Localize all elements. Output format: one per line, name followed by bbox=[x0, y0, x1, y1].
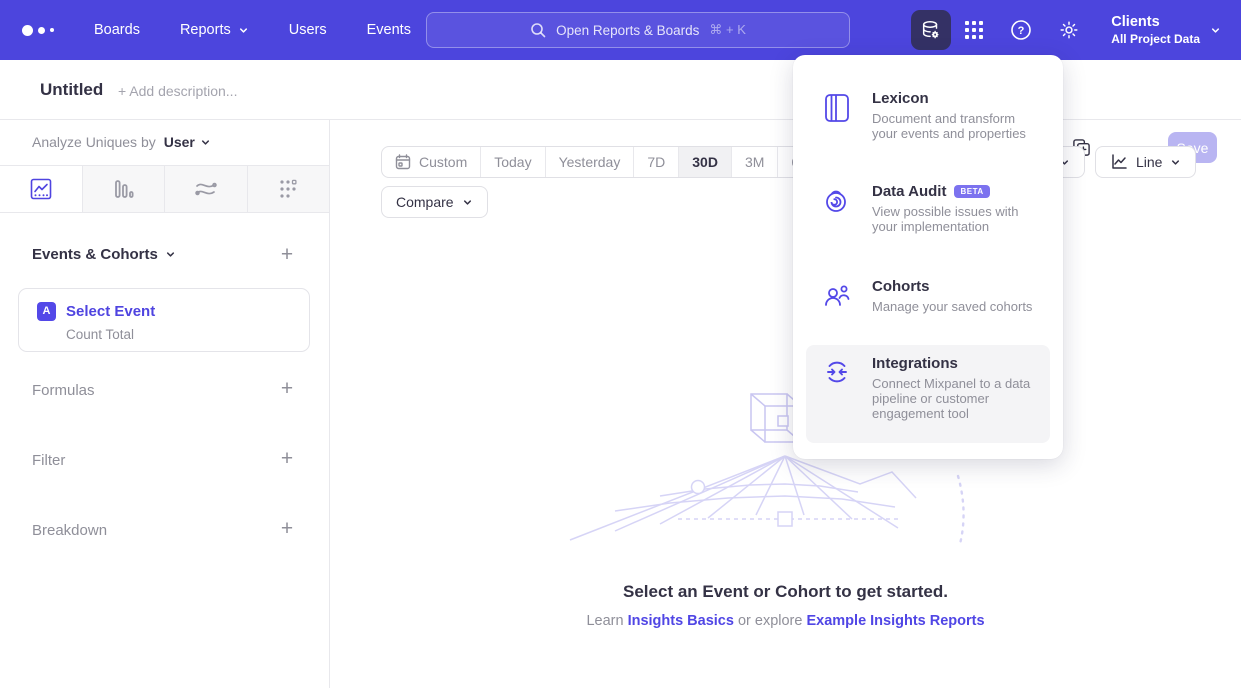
bar-chart-icon bbox=[111, 177, 135, 201]
compare-button[interactable]: Compare bbox=[381, 186, 488, 218]
line-chart-icon bbox=[29, 177, 53, 201]
chevron-down-icon bbox=[462, 197, 473, 208]
search-placeholder: Open Reports & Boards bbox=[556, 23, 699, 38]
cohorts-icon bbox=[823, 278, 853, 314]
nav-reports[interactable]: Reports bbox=[180, 22, 249, 38]
report-title[interactable]: Untitled bbox=[40, 80, 103, 100]
mixpanel-insights-screen: Boards Reports Users Events Open Reports… bbox=[0, 0, 1241, 688]
menu-item-data-audit[interactable]: Data Audit BETA View possible issues wit… bbox=[806, 173, 1050, 244]
menu-item-cohorts[interactable]: Cohorts Manage your saved cohorts bbox=[806, 268, 1050, 324]
breakdown-label: Breakdown bbox=[32, 522, 107, 539]
menu-item-title: Integrations bbox=[872, 355, 1040, 372]
chart-style-dropdown[interactable]: Line bbox=[1095, 146, 1196, 178]
range-3m[interactable]: 3M bbox=[731, 147, 777, 177]
chevron-down-icon bbox=[165, 249, 176, 260]
project-scope: All Project Data bbox=[1111, 32, 1200, 46]
formulas-label: Formulas bbox=[32, 382, 95, 399]
add-event-button[interactable]: + bbox=[277, 246, 297, 266]
compare-label: Compare bbox=[396, 194, 454, 210]
menu-item-description: Connect Mixpanel to a data pipeline or c… bbox=[872, 376, 1040, 421]
tab-bar-chart[interactable] bbox=[82, 166, 165, 212]
apps-grid-button[interactable] bbox=[964, 20, 984, 40]
range-30d[interactable]: 30D bbox=[678, 147, 731, 177]
add-filter-button[interactable]: + bbox=[277, 450, 297, 470]
menu-item-description: Manage your saved cohorts bbox=[872, 299, 1032, 314]
project-chevron-icon[interactable] bbox=[1210, 25, 1221, 36]
or-explore-text: or explore bbox=[738, 613, 802, 629]
grid-icon bbox=[964, 20, 984, 40]
analyze-prefix: Analyze Uniques by bbox=[32, 134, 156, 150]
data-management-button[interactable] bbox=[911, 10, 951, 50]
count-total-selector[interactable]: Count Total bbox=[66, 327, 134, 342]
tab-metrics-grid[interactable] bbox=[247, 166, 330, 212]
flow-icon bbox=[194, 177, 218, 201]
chart-type-tabs bbox=[0, 165, 329, 213]
gear-icon bbox=[1058, 19, 1080, 41]
date-range-control: Custom Today Yesterday 7D 30D 3M 6M bbox=[381, 146, 825, 178]
range-today[interactable]: Today bbox=[480, 147, 544, 177]
menu-item-description: Document and transform your events and p… bbox=[872, 111, 1040, 141]
add-description-field[interactable]: + Add description... bbox=[118, 83, 237, 99]
range-yesterday[interactable]: Yesterday bbox=[545, 147, 634, 177]
range-7d[interactable]: 7D bbox=[633, 147, 678, 177]
settings-button[interactable] bbox=[1058, 19, 1080, 41]
help-button[interactable]: ? bbox=[1010, 19, 1032, 41]
search-icon bbox=[530, 22, 546, 38]
learn-prefix: Learn bbox=[586, 613, 623, 629]
analyze-uniques-selector[interactable]: Analyze Uniques by User bbox=[32, 134, 211, 150]
menu-item-description: View possible issues with your implement… bbox=[872, 204, 1040, 234]
range-custom-label: Custom bbox=[419, 154, 467, 170]
analyze-value: User bbox=[164, 134, 195, 150]
example-reports-link[interactable]: Example Insights Reports bbox=[806, 613, 984, 629]
menu-item-title: Data Audit BETA bbox=[872, 183, 1040, 200]
chevron-down-icon bbox=[1170, 157, 1181, 168]
event-series-badge: A bbox=[37, 302, 56, 321]
lexicon-icon bbox=[823, 90, 853, 141]
menu-item-title: Cohorts bbox=[872, 278, 1032, 295]
menu-item-title: Lexicon bbox=[872, 90, 1040, 107]
question-circle-icon: ? bbox=[1010, 19, 1032, 41]
search-shortcut: ⌘ + K bbox=[709, 22, 746, 38]
add-formula-button[interactable]: + bbox=[277, 380, 297, 400]
events-cohorts-label: Events & Cohorts bbox=[32, 246, 158, 263]
dots-grid-icon bbox=[276, 177, 300, 201]
menu-item-lexicon[interactable]: Lexicon Document and transform your even… bbox=[806, 80, 1050, 151]
add-breakdown-button[interactable]: + bbox=[277, 520, 297, 540]
chevron-down-icon bbox=[238, 25, 249, 36]
menu-item-integrations[interactable]: Integrations Connect Mixpanel to a data … bbox=[806, 345, 1050, 443]
beta-badge: BETA bbox=[954, 185, 989, 198]
line-chart-icon bbox=[1110, 153, 1128, 171]
calendar-icon bbox=[395, 154, 411, 170]
integrations-icon bbox=[823, 355, 853, 433]
data-management-menu: Lexicon Document and transform your even… bbox=[793, 55, 1063, 459]
filter-label: Filter bbox=[32, 452, 65, 469]
select-event-link[interactable]: Select Event bbox=[66, 303, 155, 320]
empty-state-links: Learn Insights Basics or explore Example… bbox=[330, 613, 1241, 629]
mixpanel-logo[interactable] bbox=[22, 25, 66, 36]
svg-text:?: ? bbox=[1018, 25, 1025, 37]
chart-style-label: Line bbox=[1136, 154, 1162, 170]
top-navigation: Boards Reports Users Events Open Reports… bbox=[0, 0, 1241, 60]
query-sidebar: Analyze Uniques by User bbox=[0, 120, 330, 688]
search-input[interactable]: Open Reports & Boards ⌘ + K bbox=[426, 12, 850, 48]
nav-events[interactable]: Events bbox=[367, 22, 411, 38]
nav-boards[interactable]: Boards bbox=[94, 22, 140, 38]
tab-flow-chart[interactable] bbox=[164, 166, 247, 212]
nav-users[interactable]: Users bbox=[289, 22, 327, 38]
event-card[interactable]: A Select Event Count Total bbox=[18, 288, 310, 352]
database-gear-icon bbox=[920, 19, 942, 41]
empty-state-heading: Select an Event or Cohort to get started… bbox=[330, 582, 1241, 602]
chevron-down-icon bbox=[200, 137, 211, 148]
project-selector[interactable]: Clients All Project Data bbox=[1111, 14, 1200, 46]
range-custom[interactable]: Custom bbox=[382, 147, 480, 177]
events-cohorts-header[interactable]: Events & Cohorts bbox=[32, 246, 176, 263]
tab-line-chart[interactable] bbox=[0, 166, 82, 212]
project-label: Clients bbox=[1111, 14, 1200, 30]
nav-reports-label: Reports bbox=[180, 22, 231, 38]
data-audit-icon bbox=[823, 183, 853, 234]
insights-basics-link[interactable]: Insights Basics bbox=[628, 613, 734, 629]
